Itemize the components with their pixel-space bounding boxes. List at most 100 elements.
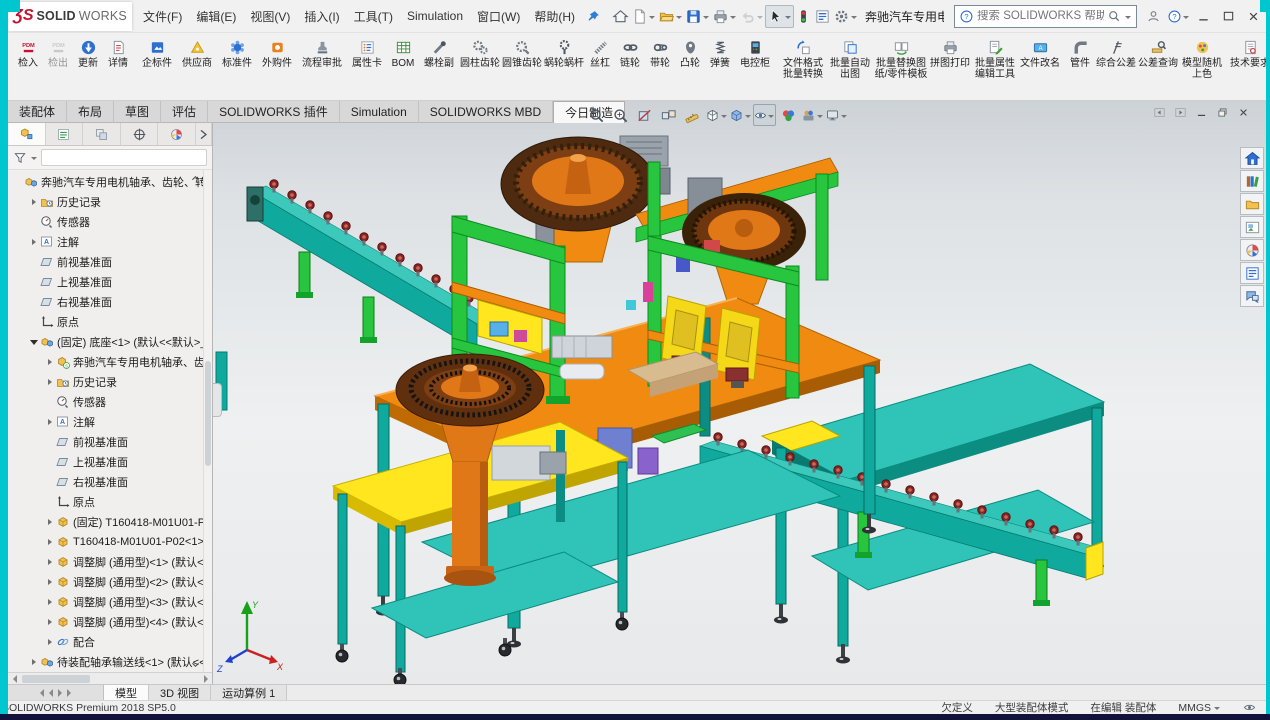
doc-prev-button[interactable] xyxy=(1153,106,1166,119)
ribbon-batch-replace-button[interactable]: 批量替换图纸/零件模板 xyxy=(873,37,929,80)
ribbon-bom-button[interactable]: BOM xyxy=(387,37,419,69)
tree-scroll-up[interactable] xyxy=(190,173,201,184)
minimize-button[interactable] xyxy=(1191,7,1216,26)
tree-item[interactable]: 原点 xyxy=(8,312,212,332)
maximize-button[interactable] xyxy=(1216,7,1241,26)
tab-SOLIDWORKS 插件[interactable]: SOLIDWORKS 插件 xyxy=(208,101,340,123)
search-caret-icon[interactable] xyxy=(1125,15,1131,22)
ribbon-random-color-button[interactable]: 模型随机上色 xyxy=(1179,37,1225,80)
home-pane-button[interactable] xyxy=(1240,147,1264,169)
ribbon-rename-button[interactable]: A 文件改名 xyxy=(1019,37,1061,69)
dropdown-caret-icon[interactable] xyxy=(785,15,792,22)
open-button[interactable] xyxy=(657,6,684,27)
expand-arrow[interactable] xyxy=(44,599,55,605)
scroll-right-arrow[interactable] xyxy=(199,674,212,683)
dropdown-caret-icon[interactable] xyxy=(649,15,656,22)
tree-item[interactable]: 调整脚 (通用型)<4> (默认< xyxy=(8,612,212,632)
restore-button[interactable] xyxy=(1216,106,1229,119)
tree-item[interactable]: 历史记录 xyxy=(8,192,212,212)
undo-button[interactable] xyxy=(738,6,765,27)
custom-props-button[interactable] xyxy=(1240,262,1264,284)
filter-funnel-icon[interactable] xyxy=(13,151,27,165)
expand-arrow[interactable] xyxy=(44,559,55,565)
panel-tab-dimxpert[interactable] xyxy=(121,123,159,145)
appearance-button[interactable] xyxy=(777,104,800,126)
zoom-fit-button[interactable] xyxy=(585,104,608,126)
tree-item[interactable]: 前视基准面 xyxy=(8,432,212,452)
dropdown-caret-icon[interactable] xyxy=(851,15,858,22)
tree-item[interactable]: 调整脚 (通用型)<3> (默认< xyxy=(8,592,212,612)
ribbon-supplier-button[interactable]: 供应商 xyxy=(177,37,217,69)
expand-arrow[interactable] xyxy=(44,639,55,645)
home-button[interactable] xyxy=(611,6,630,27)
doc-tab-3D 视图[interactable]: 3D 视图 xyxy=(149,685,212,700)
sheet-tab-scroll[interactable] xyxy=(8,685,104,700)
measure-button[interactable] xyxy=(681,104,704,126)
ribbon-detail-button[interactable]: 详情 xyxy=(103,37,133,69)
display-style-button[interactable] xyxy=(729,104,752,126)
dropdown-caret-icon[interactable] xyxy=(730,15,737,22)
menu-编辑(E)[interactable]: 编辑(E) xyxy=(189,0,243,32)
tab-Simulation[interactable]: Simulation xyxy=(339,101,419,123)
tree-item[interactable]: (固定) 底座<1> (默认<<默认>_ xyxy=(8,332,212,352)
hide-show-button[interactable] xyxy=(753,104,776,126)
print-button[interactable] xyxy=(711,6,738,27)
tree-item[interactable]: 前视基准面 xyxy=(8,252,212,272)
ribbon-sprocket-button[interactable]: 链轮 xyxy=(615,37,645,69)
dropdown-caret-icon[interactable] xyxy=(768,114,774,121)
close-button[interactable] xyxy=(1237,106,1250,119)
dropdown-caret-icon[interactable] xyxy=(721,114,727,121)
ribbon-std-ent-button[interactable]: 企标件 xyxy=(137,37,177,69)
tab-布局[interactable]: 布局 xyxy=(67,101,115,123)
expand-arrow[interactable] xyxy=(44,519,55,525)
ribbon-tech-req-button[interactable]: 技术要求 xyxy=(1229,37,1266,69)
view-pair-button[interactable] xyxy=(657,104,680,126)
section-tool-button[interactable] xyxy=(633,104,656,126)
new-doc-button[interactable] xyxy=(630,6,657,27)
tree-item[interactable]: A 注解 xyxy=(8,412,212,432)
tab-SOLIDWORKS MBD[interactable]: SOLIDWORKS MBD xyxy=(418,101,554,123)
menu-Simulation[interactable]: Simulation xyxy=(400,0,470,32)
design-checker-button[interactable] xyxy=(794,6,813,27)
expand-arrow[interactable] xyxy=(28,339,39,345)
ribbon-bolt-button[interactable]: 螺栓副 xyxy=(419,37,459,69)
tree-item[interactable]: 上视基准面 xyxy=(8,452,212,472)
menu-工具(T)[interactable]: 工具(T) xyxy=(347,0,400,32)
tree-item[interactable]: A 注解 xyxy=(8,232,212,252)
help-circle-button[interactable]: ? xyxy=(1166,7,1191,26)
ribbon-gear-cyl-button[interactable]: 圆柱齿轮 xyxy=(459,37,501,69)
doc-tab-模型[interactable]: 模型 xyxy=(104,685,149,700)
scroll-left-arrow[interactable] xyxy=(8,674,21,683)
save-button[interactable] xyxy=(684,6,711,27)
select-cursor-button[interactable] xyxy=(765,4,795,28)
search-input[interactable] xyxy=(977,10,1104,22)
dropdown-caret-icon[interactable] xyxy=(703,15,710,22)
dropdown-caret-icon[interactable] xyxy=(757,15,764,22)
ribbon-pulley-button[interactable]: 带轮 xyxy=(645,37,675,69)
tree-item[interactable]: 待装配轴承输送线<1> (默认<< xyxy=(8,652,212,672)
ribbon-lead-screw-button[interactable]: 丝杠 xyxy=(585,37,615,69)
tree-item[interactable]: 调整脚 (通用型)<2> (默认< xyxy=(8,572,212,592)
user-button[interactable] xyxy=(1141,7,1166,26)
doc-next-button[interactable] xyxy=(1174,106,1187,119)
tab-评估[interactable]: 评估 xyxy=(161,101,209,123)
tab-装配体[interactable]: 装配体 xyxy=(8,101,68,123)
dropdown-caret-icon[interactable] xyxy=(1183,15,1189,22)
tree-item[interactable]: 历史记录 xyxy=(8,372,212,392)
expand-arrow[interactable] xyxy=(44,359,55,365)
menu-视图(V)[interactable]: 视图(V) xyxy=(243,0,297,32)
tree-filter-input[interactable] xyxy=(41,149,207,166)
filter-caret-icon[interactable] xyxy=(31,157,37,163)
tree-item[interactable]: S 奔驰汽车专用电机轴承、齿 xyxy=(8,352,212,372)
scrollbar-thumb[interactable] xyxy=(22,674,90,683)
options-gear-button[interactable] xyxy=(832,6,859,27)
expand-arrow[interactable] xyxy=(44,619,55,625)
panel-collapse-handle[interactable] xyxy=(213,383,222,417)
panel-tab-configurations[interactable] xyxy=(83,123,121,145)
expand-arrow[interactable] xyxy=(44,539,55,545)
unit-system-selector[interactable]: MMGS xyxy=(1178,702,1221,714)
dropdown-caret-icon[interactable] xyxy=(841,114,847,121)
ribbon-batch-convert-button[interactable]: 文件格式批量转换 xyxy=(779,37,827,80)
panel-tab-propertymanager[interactable] xyxy=(46,123,84,145)
ribbon-approval-button[interactable]: 流程审批 xyxy=(301,37,343,69)
